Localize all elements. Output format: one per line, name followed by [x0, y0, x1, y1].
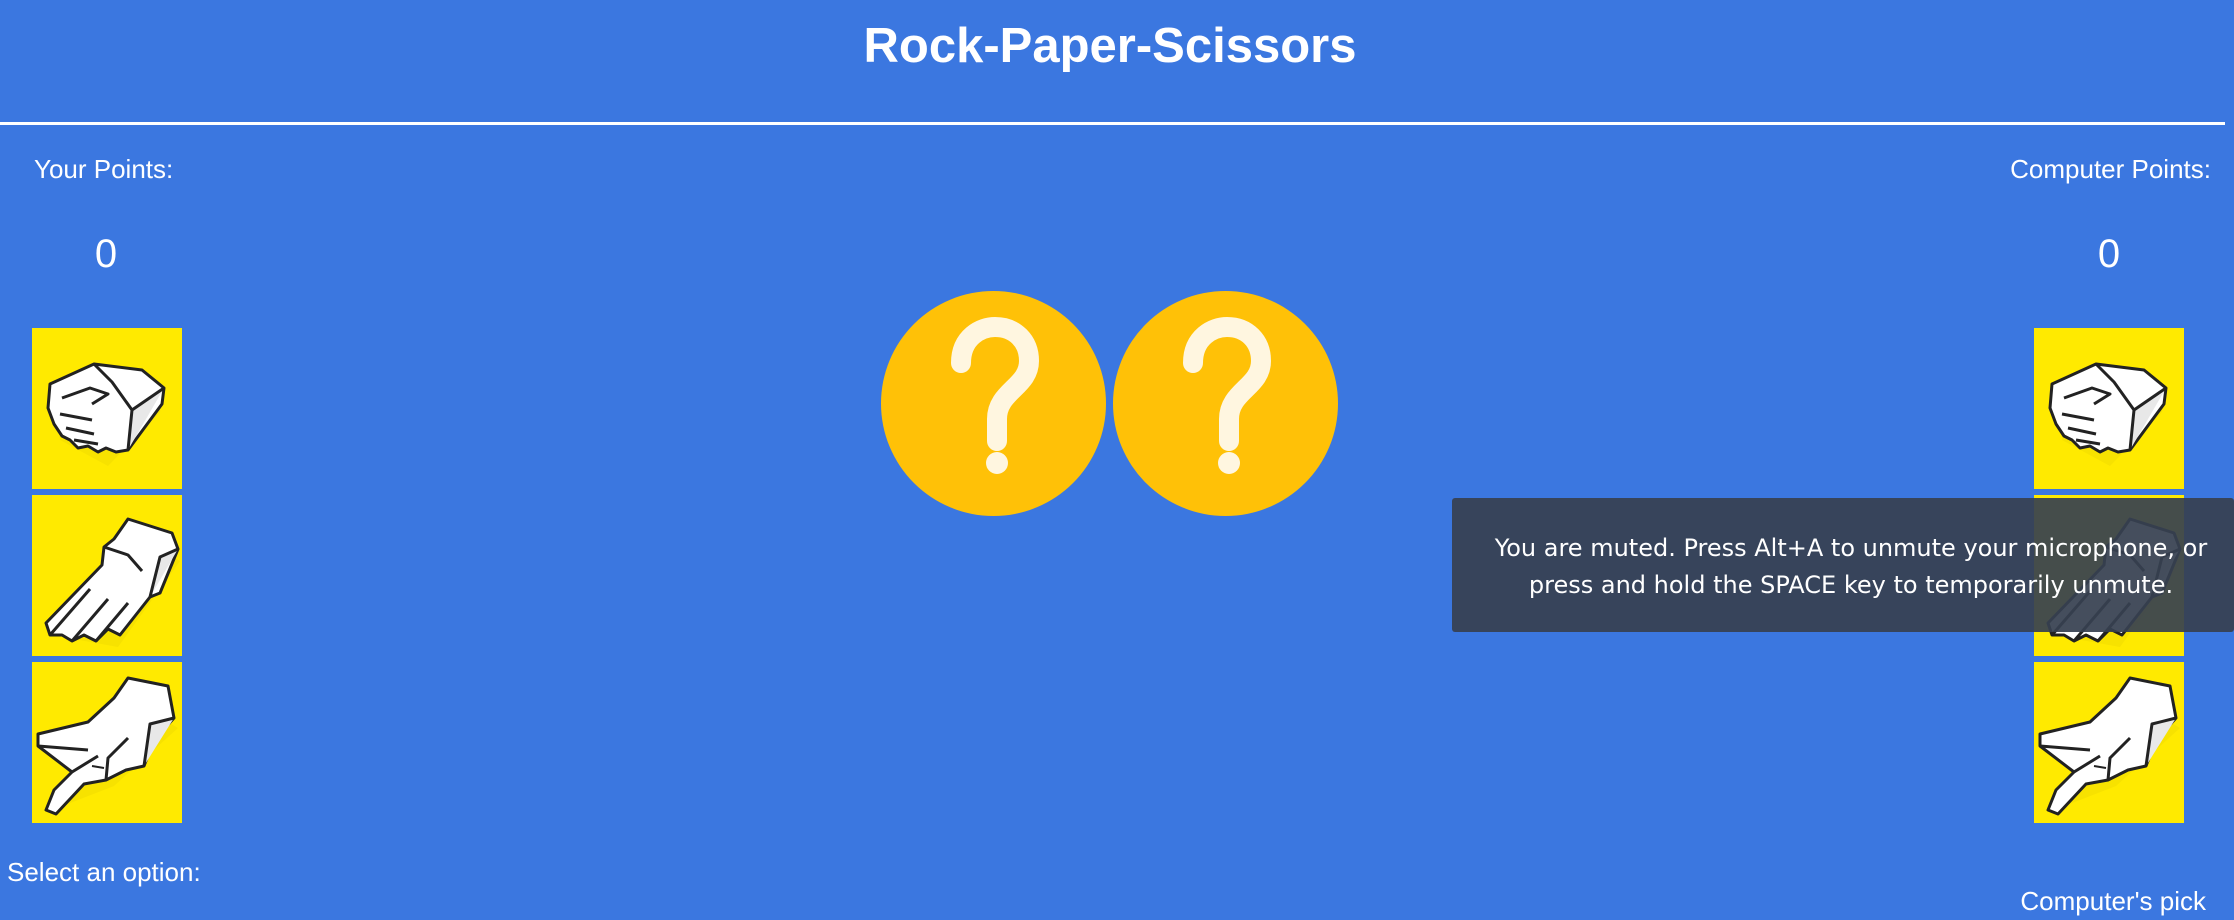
header-divider	[0, 122, 2225, 125]
question-mark-icon	[951, 316, 1040, 474]
open-hand-icon	[44, 517, 180, 647]
player-scissors-button[interactable]	[32, 662, 182, 823]
computer-points-label: Computer Points:	[2010, 154, 2211, 184]
computer-rock-tile	[2034, 328, 2184, 489]
fist-hand-icon	[46, 362, 166, 466]
computer-scissors-tile	[2034, 662, 2184, 823]
computer-pick-label: Computer's pick	[2020, 886, 2206, 916]
question-mark-icon	[1183, 316, 1272, 474]
page-title: Rock-Paper-Scissors	[863, 19, 1357, 73]
scissors-hand-icon	[36, 676, 178, 816]
scissors-hand-icon	[2038, 676, 2180, 816]
player-rock-button[interactable]	[32, 328, 182, 489]
mute-notification: You are muted. Press Alt+A to unmute you…	[1452, 498, 2234, 632]
player-paper-button[interactable]	[32, 495, 182, 656]
fist-hand-icon	[2048, 362, 2168, 466]
game-root: Rock-Paper-Scissors Your Points: 0 Selec…	[0, 0, 2234, 920]
computer-choice-circle	[1113, 291, 1338, 516]
player-points-label: Your Points:	[34, 154, 174, 184]
player-choice-circle	[881, 291, 1106, 516]
select-option-label: Select an option:	[7, 857, 201, 887]
computer-score: 0	[2097, 232, 2121, 276]
player-score: 0	[94, 232, 118, 276]
